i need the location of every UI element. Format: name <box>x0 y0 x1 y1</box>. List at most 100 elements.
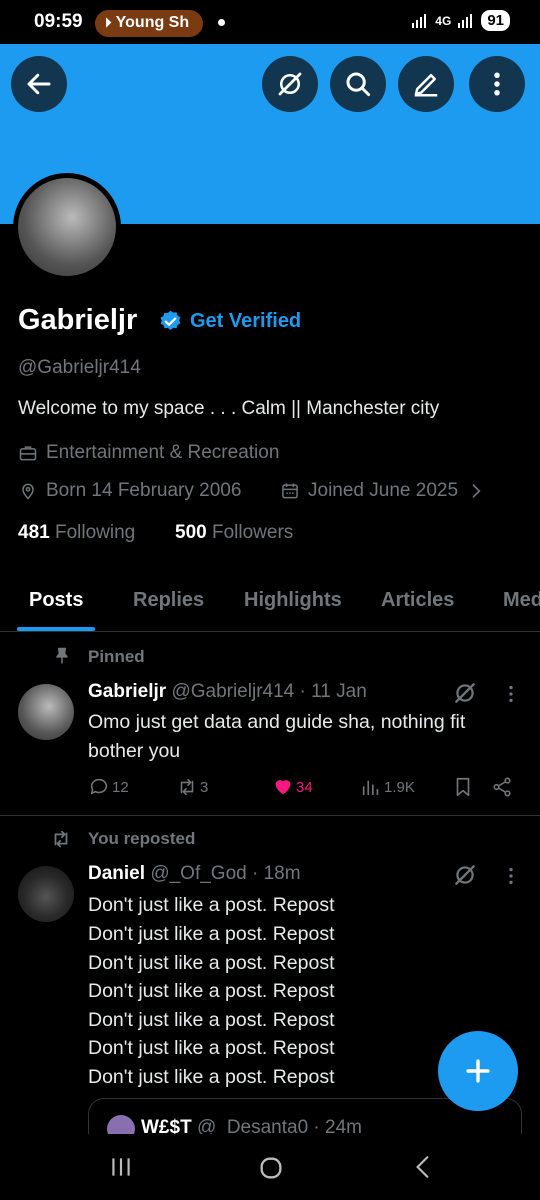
post-author-name[interactable]: Gabrieljr <box>88 681 166 702</box>
more-vertical-icon[interactable] <box>500 683 522 705</box>
grok-button[interactable] <box>262 56 318 112</box>
repost-text-line: Don't just like a post. Repost <box>88 952 335 974</box>
profile-handle: @Gabrieljr414 <box>18 357 141 378</box>
following-count: 481 <box>18 522 50 543</box>
compose-post-button[interactable] <box>438 1031 518 1111</box>
post-author-avatar[interactable] <box>18 684 74 740</box>
repost-icon <box>54 830 68 848</box>
home-icon[interactable] <box>257 1154 285 1182</box>
heart-filled-icon <box>275 780 291 795</box>
followers-count: 500 <box>175 522 207 543</box>
pin-icon <box>56 647 68 664</box>
repost-button[interactable]: 3 <box>176 776 208 798</box>
repost-author-name[interactable]: Daniel <box>88 863 145 884</box>
play-icon: ⏵ <box>105 15 112 30</box>
briefcase-icon <box>19 446 37 461</box>
signal-icon-2 <box>458 13 473 28</box>
location-pin-icon <box>22 483 34 500</box>
tab-posts[interactable]: Posts <box>29 589 83 612</box>
following-link[interactable]: 481 Following <box>18 522 135 544</box>
view-count: 1.9K <box>384 778 415 796</box>
recent-apps-icon[interactable] <box>108 1154 134 1180</box>
repost-text-line: Don't just like a post. Repost <box>88 894 335 916</box>
signal-icon <box>412 13 427 28</box>
profile-category: Entertainment & Recreation <box>18 442 279 464</box>
back-nav-icon[interactable] <box>410 1154 436 1180</box>
repost-text-line: Don't just like a post. Repost <box>88 1037 335 1059</box>
tab-articles[interactable]: Articles <box>381 589 454 612</box>
more-button[interactable] <box>469 56 525 112</box>
repost-icon <box>180 778 194 796</box>
get-verified-link[interactable]: Get Verified <box>190 310 301 333</box>
repost-author-avatar[interactable] <box>18 866 74 922</box>
repost-time: · 18m <box>252 863 301 884</box>
repost-text-line: Don't just like a post. Repost <box>88 923 335 945</box>
tab-media[interactable]: Media <box>503 589 540 612</box>
profile-avatar[interactable] <box>13 173 121 281</box>
profile-bio: Welcome to my space . . . Calm || Manche… <box>18 398 440 419</box>
plus-icon <box>466 1059 490 1083</box>
bookmark-icon[interactable] <box>452 776 474 798</box>
profile-born: Born 14 February 2006 <box>18 480 241 502</box>
notification-dot <box>218 19 225 26</box>
reply-button[interactable]: 12 <box>88 776 129 798</box>
profile-joined[interactable]: Joined June 2025 <box>280 480 486 502</box>
back-button[interactable] <box>11 56 67 112</box>
avatar-image <box>18 178 116 276</box>
like-button[interactable]: 34 <box>272 776 313 798</box>
search-button[interactable] <box>330 56 386 112</box>
views-button[interactable]: 1.9K <box>360 776 415 798</box>
network-label: 4G <box>435 13 452 28</box>
search-icon <box>346 72 371 97</box>
post-time: · 11 Jan <box>299 681 367 702</box>
status-time: 09:59 <box>34 11 83 32</box>
share-icon[interactable] <box>491 776 513 798</box>
post-header: Gabrieljr @Gabrieljr414 · 11 Jan <box>88 681 367 703</box>
pencil-icon <box>414 74 438 97</box>
bar-chart-icon <box>362 780 379 796</box>
active-tab-indicator <box>17 627 95 631</box>
media-pill-label: Young Sh <box>115 14 190 31</box>
status-icons: 4G 91 <box>411 10 510 31</box>
joined-label: Joined June 2025 <box>308 480 459 501</box>
repost-count: 3 <box>200 778 209 796</box>
grok-icon[interactable] <box>452 680 478 706</box>
profile-name: Gabrieljr <box>18 304 138 336</box>
repost-label: You reposted <box>88 829 196 848</box>
tab-replies[interactable]: Replies <box>133 589 204 612</box>
reply-icon <box>90 778 108 795</box>
chevron-right-icon <box>472 484 481 498</box>
repost-author-handle: @_Of_God <box>150 863 247 884</box>
edit-button[interactable] <box>398 56 454 112</box>
more-vertical-icon <box>494 72 500 96</box>
tab-highlights[interactable]: Highlights <box>244 589 342 612</box>
battery-indicator: 91 <box>481 10 510 31</box>
born-label: Born 14 February 2006 <box>46 480 242 501</box>
post-actions: 12 3 34 1.9K <box>88 776 518 802</box>
profile-tabs: Posts Replies Highlights Articles Media <box>0 580 540 632</box>
like-count: 34 <box>296 778 313 796</box>
category-label: Entertainment & Recreation <box>46 442 280 463</box>
post-text-line-1: Omo just get data and guide sha, nothing… <box>88 711 466 733</box>
status-bar: 09:59 ⏵ Young Sh 4G 91 <box>0 0 540 44</box>
following-label: Following <box>54 522 136 543</box>
system-navigation-bar <box>0 1134 540 1200</box>
media-pill[interactable]: ⏵ Young Sh <box>95 10 203 37</box>
followers-label: Followers <box>211 522 294 543</box>
verified-badge-icon[interactable] <box>158 309 183 334</box>
repost-text-line: Don't just like a post. Repost <box>88 1009 335 1031</box>
post-author-handle: @Gabrieljr414 <box>171 681 295 702</box>
grok-icon[interactable] <box>452 862 478 888</box>
more-vertical-icon[interactable] <box>500 865 522 887</box>
pinned-label: Pinned <box>88 647 145 666</box>
grok-icon <box>278 72 302 96</box>
repost-text-line: Don't just like a post. Repost <box>88 1066 335 1088</box>
followers-link[interactable]: 500 Followers <box>175 522 293 544</box>
arrow-left-icon <box>27 73 51 95</box>
reply-count: 12 <box>112 778 129 796</box>
calendar-icon <box>282 483 298 499</box>
post-text-line-2: bother you <box>88 740 181 762</box>
repost-header: Daniel @_Of_God · 18m <box>88 863 301 885</box>
post-divider <box>0 815 540 816</box>
repost-text-line: Don't just like a post. Repost <box>88 980 335 1002</box>
